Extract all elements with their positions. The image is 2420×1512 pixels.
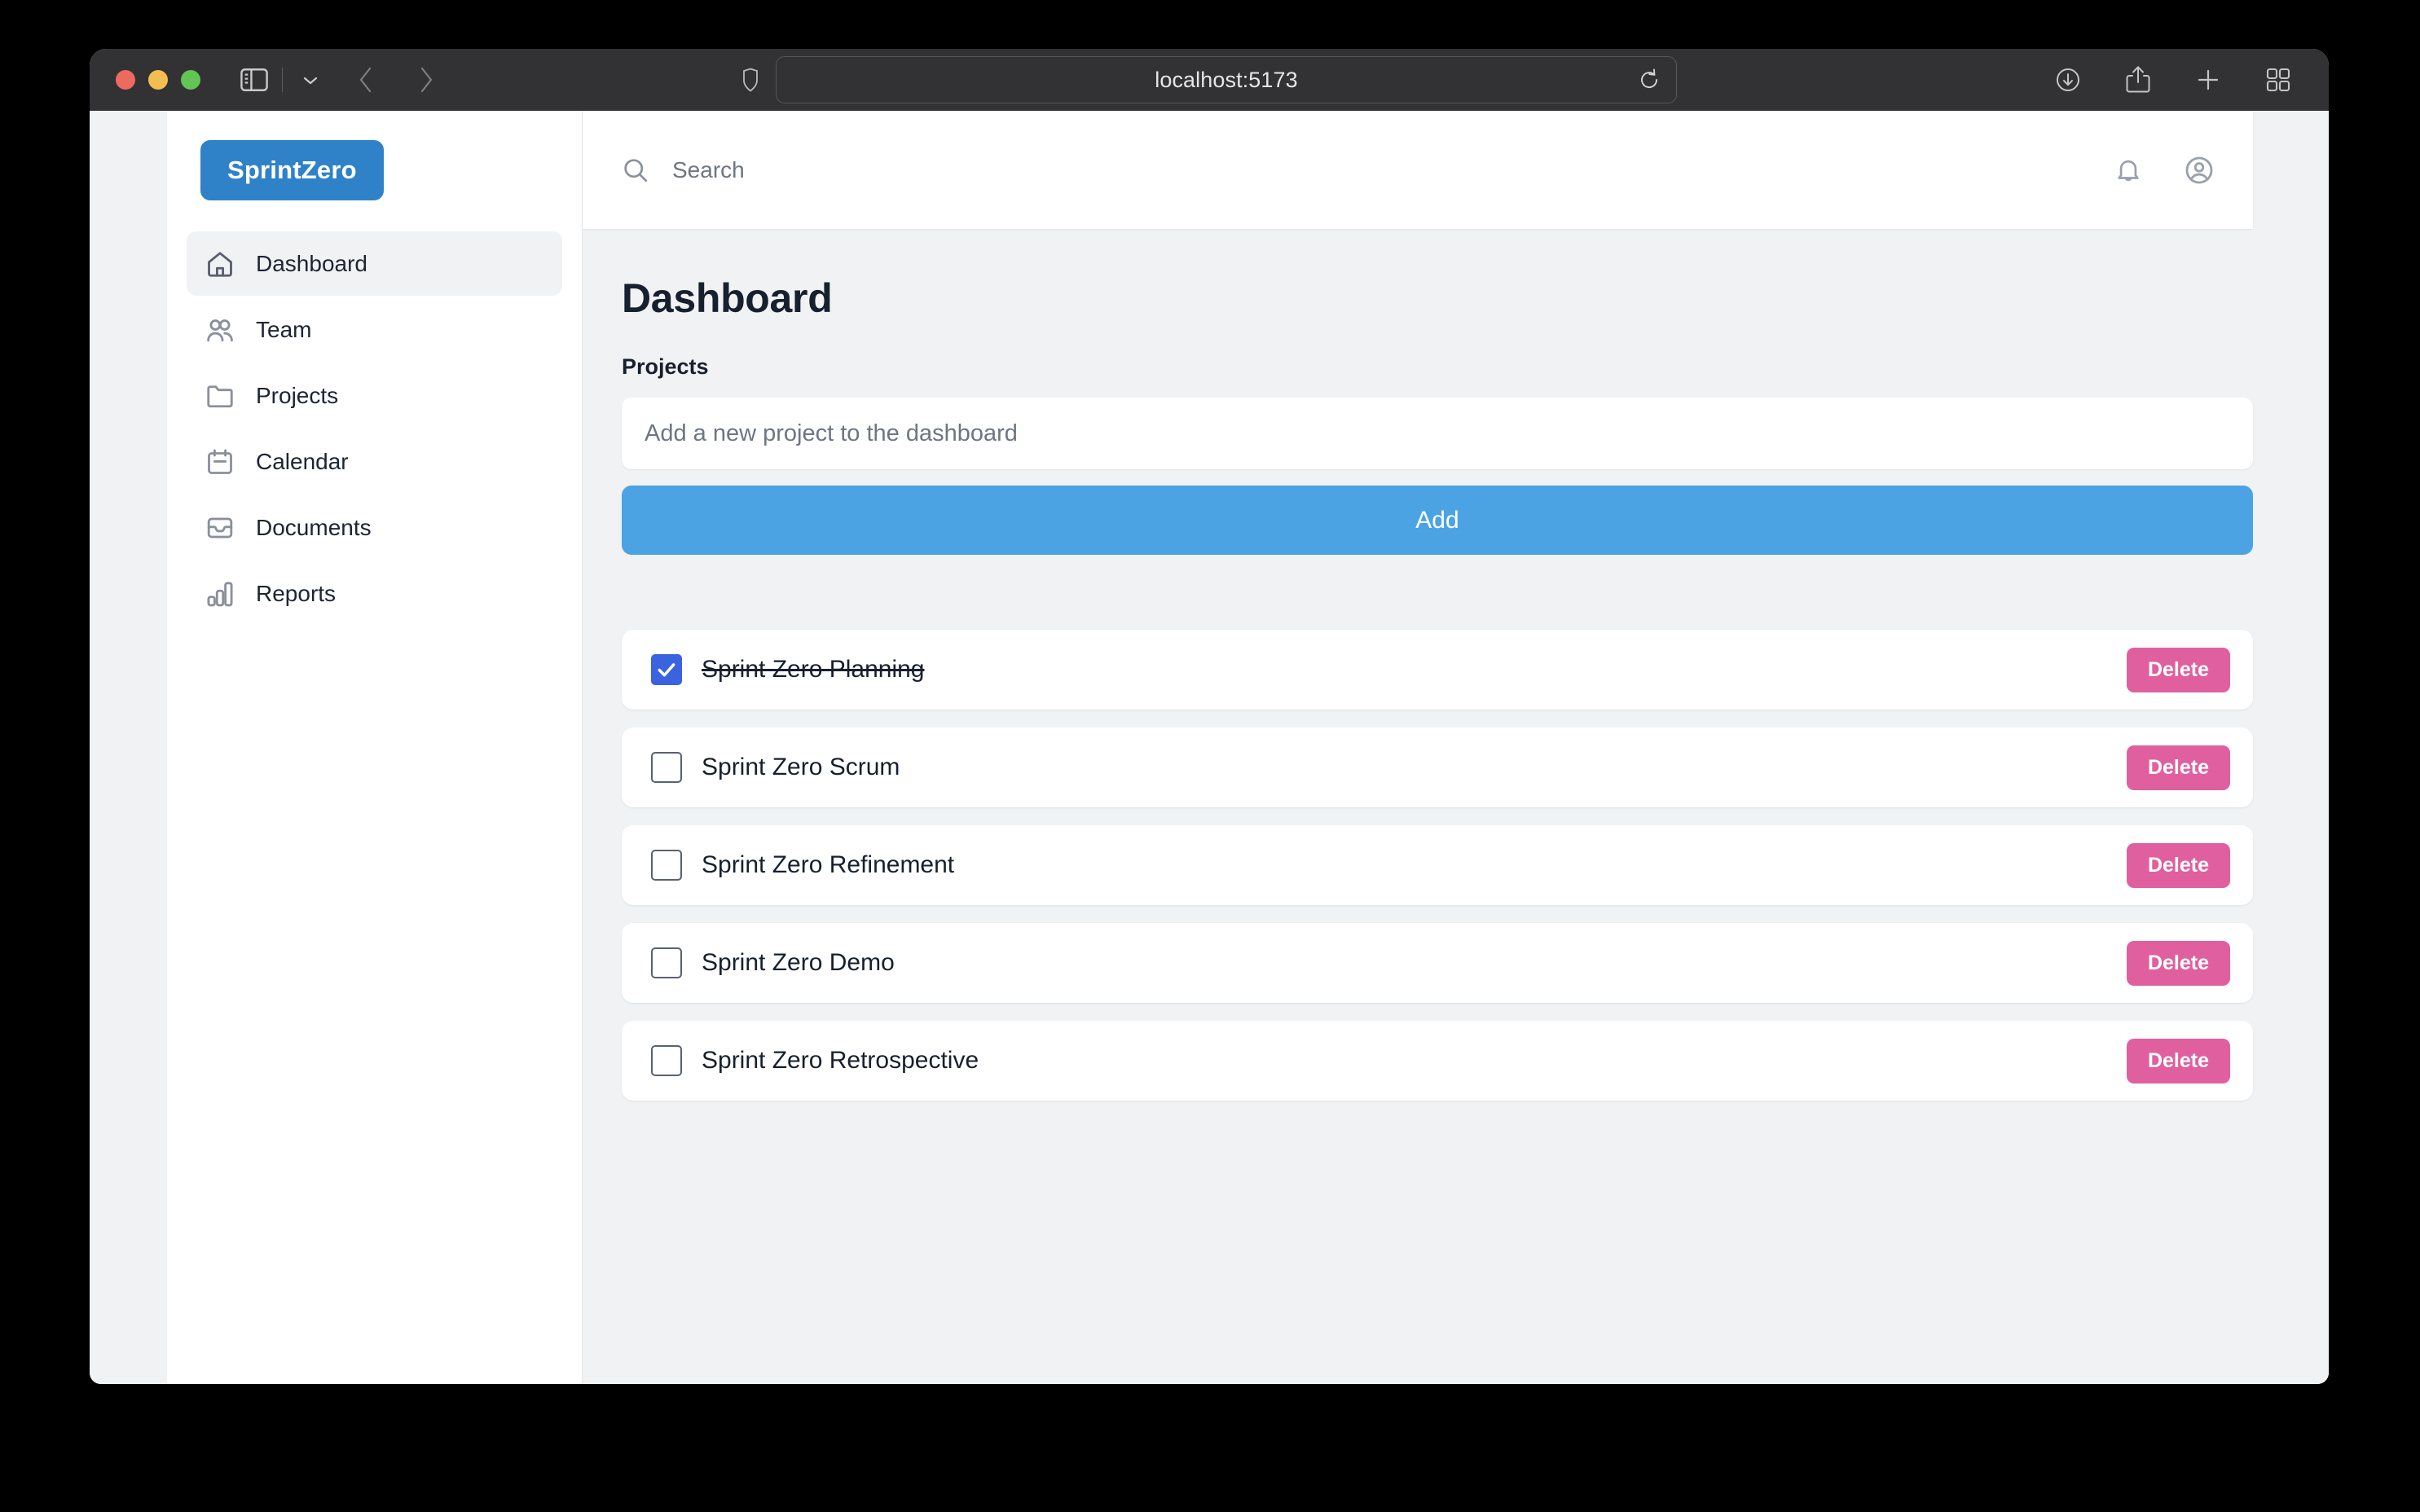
project-row-left: Sprint Zero Demo	[651, 947, 2127, 978]
project-list: Sprint Zero Planning Delete Sprint Zero …	[622, 630, 2253, 1101]
project-checkbox[interactable]	[651, 654, 682, 685]
project-name: Sprint Zero Demo	[702, 949, 895, 976]
bell-icon[interactable]	[2114, 156, 2142, 184]
address-bar-url: localhost:5173	[1155, 67, 1298, 92]
sidebar-nav: Dashboard Team Projects Calendar Documen…	[187, 231, 562, 626]
project-row-left: Sprint Zero Refinement	[651, 850, 2127, 881]
browser-window: localhost:5173 SprintZero Dashboard Team…	[90, 49, 2329, 1384]
inbox-icon	[205, 512, 235, 543]
project-name: Sprint Zero Retrospective	[702, 1047, 979, 1074]
project-row-left: Sprint Zero Planning	[651, 654, 2127, 685]
sidebar-item-projects[interactable]: Projects	[187, 363, 562, 428]
toolbar-divider	[282, 68, 283, 92]
address-bar[interactable]: localhost:5173	[776, 56, 1677, 103]
sidebar-item-label: Calendar	[256, 448, 349, 474]
project-row-left: Sprint Zero Retrospective	[651, 1045, 2127, 1076]
zoom-window-button[interactable]	[181, 70, 200, 90]
project-row-left: Sprint Zero Scrum	[651, 752, 2127, 783]
delete-project-button[interactable]: Delete	[2126, 940, 2230, 986]
project-checkbox[interactable]	[651, 947, 682, 978]
project-checkbox[interactable]	[651, 752, 682, 783]
sidebar-item-team[interactable]: Team	[187, 297, 562, 362]
sidebar-item-dashboard[interactable]: Dashboard	[187, 231, 562, 296]
sidebar-item-reports[interactable]: Reports	[187, 561, 562, 626]
topbar-actions	[2114, 156, 2214, 185]
bar-chart-icon	[205, 578, 235, 609]
project-row[interactable]: Sprint Zero Retrospective Delete	[622, 1021, 2253, 1101]
download-icon[interactable]	[2047, 59, 2089, 101]
project-row[interactable]: Sprint Zero Planning Delete	[622, 630, 2253, 710]
projects-section-label: Projects	[622, 354, 709, 379]
new-tab-icon[interactable]	[2187, 59, 2229, 101]
sidebar-item-label: Documents	[256, 514, 372, 540]
sidebar-toggle-icon[interactable]	[233, 59, 275, 101]
page-content: Dashboard Projects Add a new project to …	[583, 229, 2329, 1384]
close-window-button[interactable]	[116, 70, 135, 90]
shield-icon[interactable]	[741, 68, 759, 92]
calendar-icon	[205, 446, 235, 477]
sprintzero-app: SprintZero Dashboard Team Projects Calen…	[167, 111, 2329, 1384]
new-project-input[interactable]	[622, 398, 2253, 469]
folder-icon	[205, 380, 235, 411]
toolbar-right-actions	[2047, 59, 2299, 101]
project-row[interactable]: Sprint Zero Scrum Delete	[622, 727, 2253, 807]
share-icon[interactable]	[2117, 59, 2159, 101]
sidebar-item-label: Reports	[256, 580, 337, 606]
project-row[interactable]: Sprint Zero Refinement Delete	[622, 825, 2253, 905]
minimize-window-button[interactable]	[148, 70, 168, 90]
delete-project-button[interactable]: Delete	[2126, 647, 2230, 692]
delete-project-button[interactable]: Delete	[2126, 745, 2230, 790]
navigation-buttons	[345, 59, 447, 101]
chevron-down-icon[interactable]	[289, 59, 332, 101]
add-project-button[interactable]: Add	[622, 486, 2253, 555]
project-checkbox[interactable]	[651, 1045, 682, 1076]
project-name: Sprint Zero Planning	[702, 656, 925, 683]
project-row[interactable]: Sprint Zero Demo Delete	[622, 923, 2253, 1003]
traffic-lights	[116, 70, 200, 90]
sidebar-item-label: Dashboard	[256, 250, 367, 276]
search-area	[622, 156, 2114, 184]
project-name: Sprint Zero Scrum	[702, 754, 900, 780]
reload-icon[interactable]	[1639, 68, 1660, 91]
tab-overview-icon[interactable]	[2257, 59, 2299, 101]
search-icon	[622, 156, 649, 184]
users-icon	[205, 314, 235, 345]
sidebar-item-label: Projects	[256, 382, 339, 408]
sidebar-toolbar-group	[233, 59, 332, 101]
delete-project-button[interactable]: Delete	[2126, 842, 2230, 888]
project-checkbox[interactable]	[651, 850, 682, 881]
app-logo[interactable]: SprintZero	[200, 140, 384, 200]
home-icon	[205, 248, 235, 279]
user-circle-icon[interactable]	[2185, 156, 2214, 185]
search-input[interactable]	[671, 156, 1163, 184]
sidebar-item-calendar[interactable]: Calendar	[187, 429, 562, 494]
browser-side-strip	[90, 111, 167, 1384]
forward-button[interactable]	[405, 59, 447, 101]
browser-titlebar: localhost:5173	[90, 49, 2329, 111]
app-sidebar: SprintZero Dashboard Team Projects Calen…	[167, 111, 583, 1384]
project-name: Sprint Zero Refinement	[702, 851, 955, 878]
delete-project-button[interactable]: Delete	[2126, 1038, 2230, 1083]
sidebar-item-label: Team	[256, 316, 312, 342]
app-topbar	[583, 111, 2253, 229]
browser-viewport: SprintZero Dashboard Team Projects Calen…	[90, 111, 2329, 1384]
main-column: Dashboard Projects Add	[583, 111, 2329, 1384]
page-title: Dashboard	[622, 275, 833, 321]
sidebar-item-documents[interactable]: Documents	[187, 495, 562, 560]
address-bar-area: localhost:5173	[741, 56, 1677, 103]
back-button[interactable]	[345, 59, 387, 101]
